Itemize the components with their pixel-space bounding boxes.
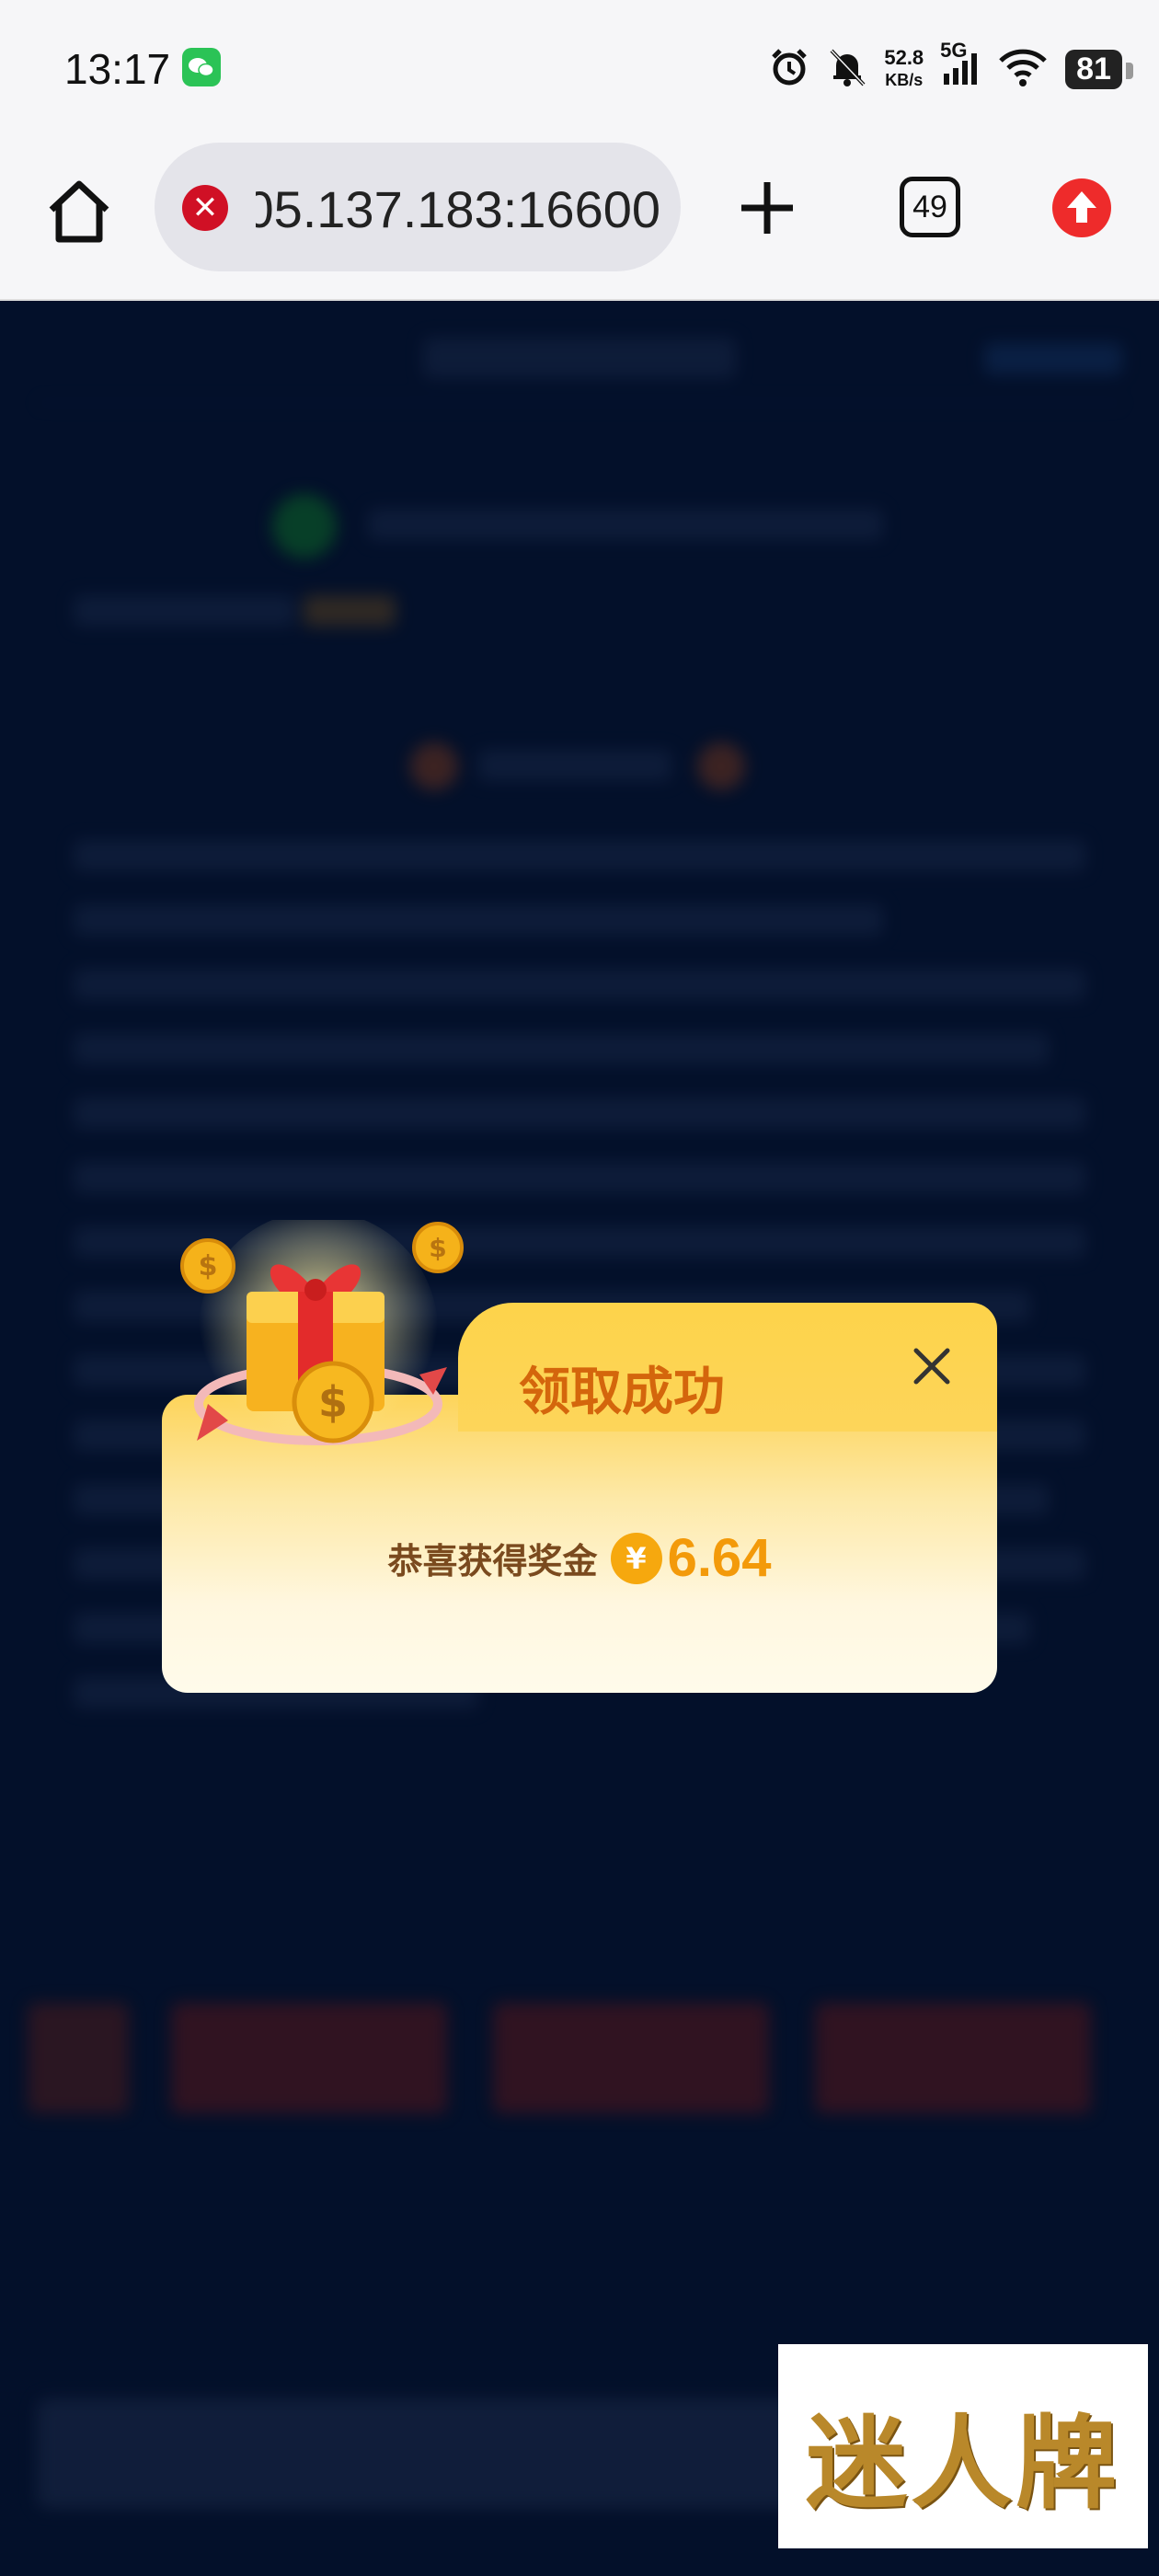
plus-icon <box>741 182 793 234</box>
arrow-up-icon <box>1067 191 1096 223</box>
popup-title: 领取成功 <box>519 1363 725 1422</box>
gift-box-icon: $ $ $ <box>171 1211 465 1478</box>
network-speed-value: 52.8 <box>884 46 924 69</box>
watermark-logo: 迷人牌 <box>778 2344 1148 2548</box>
network-type: 5G <box>940 39 968 62</box>
status-icons: 52.8 KB/s 5G 81 <box>768 37 1133 101</box>
close-button[interactable] <box>907 1341 957 1391</box>
yuan-coin-icon: ¥ <box>610 1532 662 1584</box>
insecure-connection-icon[interactable]: ✕ <box>182 185 228 231</box>
close-icon <box>913 1348 950 1385</box>
wechat-notification-icon <box>182 48 221 86</box>
alarm-icon <box>768 46 810 92</box>
reward-message: 恭喜获得奖金 ¥6.64 <box>162 1527 997 1589</box>
svg-text:$: $ <box>318 1377 348 1427</box>
browser-toolbar: ✕ 205.137.183:16600 49 <box>0 138 1159 301</box>
home-button[interactable] <box>42 175 116 248</box>
update-button[interactable] <box>1052 178 1111 237</box>
reward-label: 恭喜获得奖金 <box>387 1541 598 1581</box>
status-time: 13:17 <box>64 45 171 93</box>
mute-bell-icon <box>827 46 867 92</box>
reward-popup: 领取成功 恭喜获得奖金 ¥6.64 $ $ $ <box>162 1211 997 1693</box>
status-bar: 13:17 52.8 KB/s 5G 81 <box>0 0 1159 138</box>
wifi-icon <box>997 46 1049 92</box>
new-tab-button[interactable] <box>734 175 800 241</box>
url-text[interactable]: 205.137.183:16600 <box>256 179 660 239</box>
battery-indicator: 81 <box>1065 49 1133 89</box>
network-speed: 52.8 KB/s <box>884 47 924 91</box>
svg-text:$: $ <box>199 1250 218 1282</box>
reward-amount: 6.64 <box>667 1528 772 1588</box>
signal-icon: 5G <box>940 39 981 92</box>
address-bar[interactable]: ✕ 205.137.183:16600 <box>155 143 681 271</box>
home-icon <box>49 180 109 243</box>
tab-switcher-button[interactable]: 49 <box>900 177 960 237</box>
watermark-text: 迷人牌 <box>806 2404 1120 2523</box>
network-speed-unit: KB/s <box>885 71 924 89</box>
svg-text:$: $ <box>429 1233 446 1263</box>
